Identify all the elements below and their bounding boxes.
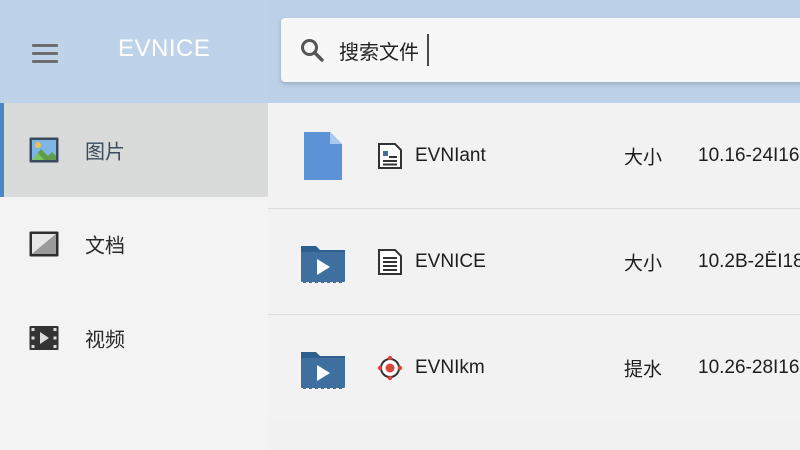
file-name: EVNIant <box>415 144 486 166</box>
sidebar-item-videos[interactable]: 视频 <box>0 291 268 385</box>
file-size: 提水 <box>624 358 663 381</box>
file-date: 10.16-24I16 <box>698 144 800 166</box>
file-row[interactable]: EVNIant 大小 10.16-24I16 <box>268 103 800 209</box>
text-cursor <box>427 34 429 66</box>
sidebar: EVNICE 图片 文档 视频 <box>0 0 268 450</box>
nav-list: 图片 文档 视频 <box>0 103 268 385</box>
menu-icon[interactable] <box>22 36 68 70</box>
file-row[interactable]: EVNICE 大小 10.2B-2ЁI18 <box>268 209 800 315</box>
top-bar: 搜索文件 <box>268 0 800 103</box>
file-name: EVNICE <box>415 250 486 272</box>
doc-type-icon <box>378 142 402 169</box>
document-file-icon <box>304 131 342 180</box>
sidebar-item-label: 文档 <box>85 233 125 258</box>
app-title: EVNICE <box>118 35 211 62</box>
file-date: 10.2B-2ЁI18 <box>698 250 800 272</box>
file-list: EVNIant 大小 10.16-24I16 EVNICE 大小 10.2B-2… <box>268 103 800 450</box>
target-type-icon <box>377 355 403 381</box>
sidebar-item-documents[interactable]: 文档 <box>0 197 268 291</box>
file-row[interactable]: EVNIkm 提水 10.26-28I16 <box>268 315 800 421</box>
video-icon <box>29 326 59 350</box>
document-icon <box>29 231 59 257</box>
file-size: 大小 <box>624 252 663 274</box>
file-name: EVNIkm <box>415 357 485 378</box>
image-icon <box>29 137 59 163</box>
file-size: 大小 <box>624 146 663 168</box>
search-input-value: 搜索文件 <box>339 39 419 64</box>
sidebar-item-label: 视频 <box>85 327 125 352</box>
sidebar-header: EVNICE <box>0 0 268 103</box>
sidebar-item-label: 图片 <box>85 139 125 164</box>
search-icon[interactable] <box>299 37 325 63</box>
video-folder-icon <box>301 352 345 389</box>
sidebar-item-images[interactable]: 图片 <box>0 103 268 197</box>
doc-type-icon <box>378 248 402 275</box>
file-date: 10.26-28I16 <box>698 357 800 378</box>
search-box[interactable]: 搜索文件 <box>281 18 800 82</box>
search-input[interactable]: 搜索文件 <box>339 32 429 68</box>
video-folder-icon <box>301 245 345 283</box>
